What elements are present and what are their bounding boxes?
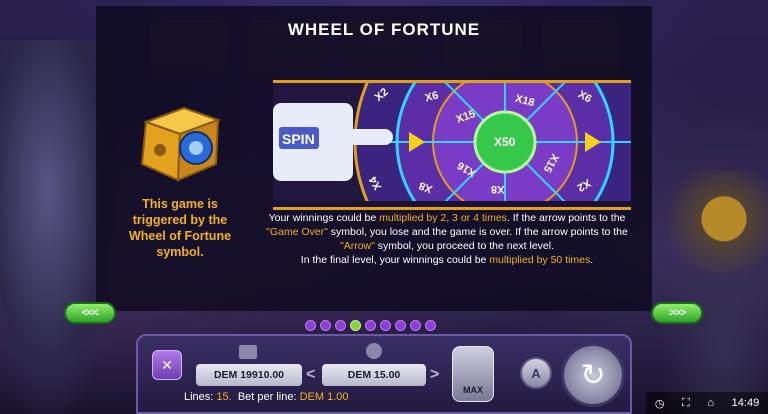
lines-label: Lines: bbox=[184, 391, 214, 403]
page-dot[interactable] bbox=[395, 320, 406, 331]
trigger-description: This game is triggered by the Wheel of F… bbox=[128, 197, 232, 259]
rules-description: Your winnings could be multiplied by 2, … bbox=[252, 211, 642, 267]
bet-per-line-label: Bet per line: bbox=[237, 391, 297, 403]
desc-highlight: multiplied by 50 times bbox=[489, 254, 591, 266]
page-dot-active[interactable] bbox=[350, 320, 361, 331]
decrease-bet-button[interactable]: < bbox=[306, 364, 315, 386]
page-title: WHEEL OF FORTUNE bbox=[287, 20, 481, 39]
page-dot[interactable] bbox=[365, 320, 376, 331]
close-button[interactable]: ✕ bbox=[152, 350, 182, 380]
wheel-segment-label: X8 bbox=[491, 183, 505, 195]
robot-character-right bbox=[658, 170, 768, 414]
desc-text: . bbox=[590, 254, 594, 266]
desc-highlight: "Arrow" bbox=[339, 240, 375, 252]
balance-display: DEM 19910.00 bbox=[196, 364, 302, 386]
coins-icon bbox=[366, 343, 382, 359]
page-dot[interactable] bbox=[335, 320, 346, 331]
desc-text: symbol, you proceed to the next level. bbox=[374, 240, 555, 252]
next-page-button[interactable]: >>> bbox=[651, 302, 703, 324]
fullscreen-icon[interactable]: ⛶ bbox=[682, 397, 690, 410]
page-dot[interactable] bbox=[305, 320, 316, 331]
wallet-icon bbox=[239, 345, 257, 359]
page-dot[interactable] bbox=[320, 320, 331, 331]
desc-text: . If the arrow points to the bbox=[506, 212, 626, 224]
wheel-of-fortune-symbol-icon bbox=[140, 106, 221, 182]
desc-highlight: multiplied by 2, 3 or 4 times bbox=[379, 212, 507, 224]
spin-label: SPIN bbox=[282, 131, 315, 147]
autoplay-button[interactable]: A bbox=[520, 357, 552, 389]
previous-page-button[interactable]: <<< bbox=[64, 302, 116, 324]
desc-text: In the final level, your winnings could … bbox=[300, 254, 490, 266]
desc-text: symbol, you lose and the game is over. I… bbox=[327, 226, 628, 238]
history-icon[interactable]: ◷ bbox=[655, 397, 665, 410]
pagination-dots bbox=[305, 320, 436, 331]
wheel-illustration: SPIN X50 X2 X6 X18 X6 X4 X8 X8 X2 X15 X1… bbox=[273, 80, 631, 210]
bet-display: DEM 15.00 bbox=[322, 364, 426, 386]
desc-highlight: "Game Over" bbox=[266, 226, 328, 238]
lines-value: 15. bbox=[216, 391, 232, 403]
desc-text: Your winnings could be bbox=[268, 212, 380, 224]
increase-bet-button[interactable]: > bbox=[430, 364, 439, 386]
page-dot[interactable] bbox=[425, 320, 436, 331]
clock-time: 14:49 bbox=[731, 397, 760, 409]
max-bet-button[interactable]: MAX bbox=[452, 346, 494, 402]
status-bar: ◷ ⛶ ⌂ 14:49 bbox=[646, 392, 768, 414]
bet-per-line-value: DEM 1.00 bbox=[299, 391, 349, 403]
page-dot[interactable] bbox=[410, 320, 421, 331]
page-dot[interactable] bbox=[380, 320, 391, 331]
wheel-center-label: X50 bbox=[494, 135, 516, 149]
home-icon[interactable]: ⌂ bbox=[707, 397, 714, 409]
spin-button[interactable]: ↻ bbox=[561, 343, 625, 407]
lines-info: Lines: 15. Bet per line: DEM 1.00 bbox=[184, 391, 349, 403]
